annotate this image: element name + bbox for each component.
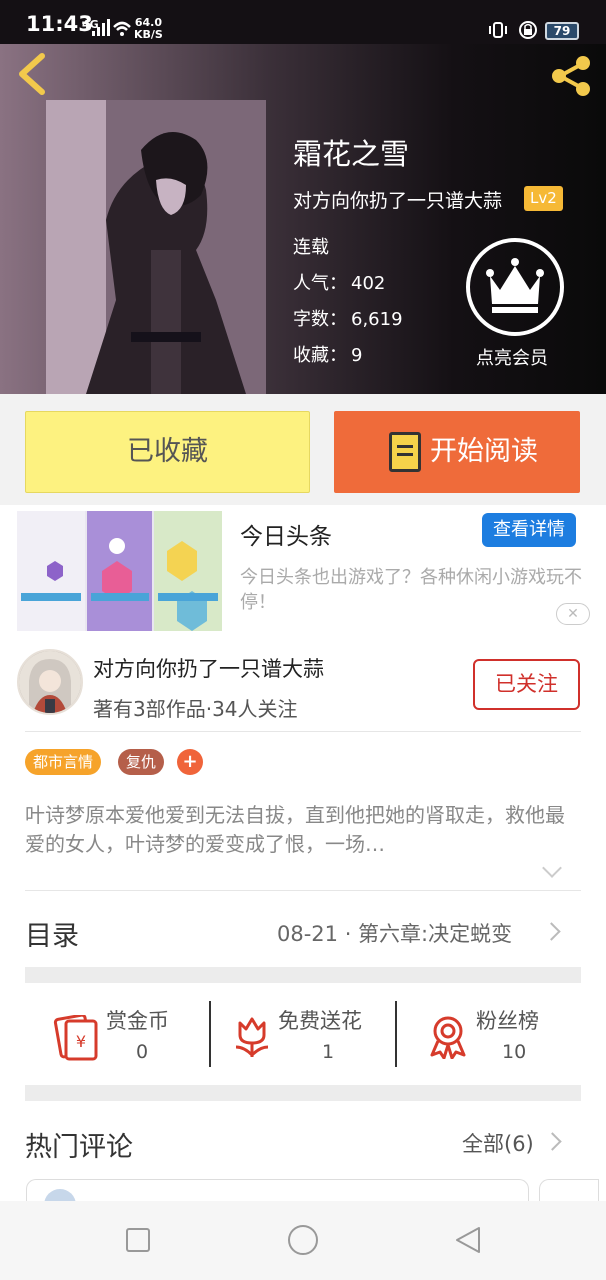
expand-synopsis-icon[interactable]: [542, 858, 562, 878]
author-card[interactable]: 对方向你扔了一只谱大蒜 著有3部作品·34人关注 已关注: [0, 633, 606, 731]
word-count-stat: 字数： 6,619: [293, 309, 403, 330]
synopsis-text[interactable]: 叶诗梦原本爱他爱到无法自拔，直到他把她的肾取走，救他最爱的女人，叶诗梦的爱变成了…: [25, 801, 581, 859]
toc-title[interactable]: 目录: [25, 914, 79, 953]
stat-label: 粉丝榜: [476, 1009, 539, 1033]
crown-icon: [486, 258, 544, 313]
reward-coin-icon: ¥: [53, 1015, 98, 1061]
follow-button[interactable]: 已关注: [473, 659, 580, 710]
stat-value: 1: [322, 1041, 335, 1063]
author-stats: 著有3部作品·34人关注: [93, 697, 298, 721]
book-cover[interactable]: [46, 100, 266, 394]
book-details-panel: 都市言情 复仇 + 叶诗梦原本爱他爱到无法自拔，直到他把她的肾取走，救他最爱的女…: [0, 731, 606, 1220]
all-comments-link[interactable]: 全部(6): [462, 1128, 534, 1158]
favorites-stat: 收藏： 9: [293, 345, 363, 366]
divider: [25, 731, 581, 732]
chevron-right-icon[interactable]: [542, 922, 561, 941]
vip-crown-button[interactable]: [466, 238, 564, 336]
system-back-icon[interactable]: [453, 1225, 483, 1255]
hot-comments-title: 热门评论: [25, 1132, 133, 1163]
author-level-badge: Lv2: [524, 186, 563, 211]
book-icon: [389, 432, 421, 472]
book-header: 11:43 4G 64.0 KB/S 79 霜花之雪 对方向你扔了一只谱大蒜 L…: [0, 0, 606, 394]
book-title: 霜花之雪: [293, 137, 410, 171]
popularity-stat: 人气： 402: [293, 273, 386, 294]
reward-coin-stat[interactable]: ¥ 赏金币 0: [52, 1001, 202, 1067]
ad-image[interactable]: [17, 511, 222, 631]
status-bar: 11:43 4G 64.0 KB/S 79: [0, 0, 606, 44]
recent-apps-button[interactable]: [126, 1228, 150, 1252]
home-button[interactable]: [288, 1225, 318, 1255]
stat-value: 10: [502, 1041, 527, 1063]
book-author[interactable]: 对方向你扔了一只谱大蒜: [293, 186, 502, 213]
back-arrow-icon[interactable]: [14, 52, 50, 96]
ad-description[interactable]: 今日头条也出游戏了？各种休闲小游戏玩不停！: [240, 565, 592, 615]
vip-label[interactable]: 点亮会员: [476, 344, 548, 370]
signal-wifi-icon: [92, 19, 131, 36]
medal-icon: [430, 1016, 466, 1059]
divider: [209, 1001, 211, 1067]
stat-label: 免费送花: [278, 1009, 362, 1033]
section-separator: [25, 1085, 581, 1101]
stat-label: 赏金币: [106, 1009, 169, 1033]
ad-detail-button[interactable]: 查看详情: [482, 513, 576, 547]
ad-title[interactable]: 今日头条: [240, 517, 332, 551]
chevron-right-icon[interactable]: [543, 1132, 562, 1151]
divider: [25, 890, 581, 891]
latest-chapter[interactable]: 08-21 · 第六章:决定蜕变: [277, 918, 512, 948]
author-name[interactable]: 对方向你扔了一只谱大蒜: [93, 653, 324, 683]
ad-close-button[interactable]: ✕: [556, 603, 590, 625]
free-flower-stat[interactable]: 免费送花 1: [232, 1001, 382, 1067]
fan-ranking-stat[interactable]: 粉丝榜 10: [428, 1001, 578, 1067]
ad-banner[interactable]: 今日头条 查看详情 今日头条也出游戏了？各种休闲小游戏玩不停！ ✕: [0, 505, 606, 633]
battery-icon: 79: [545, 22, 579, 40]
network-speed: 64.0 KB/S: [134, 16, 163, 41]
book-status: 连载: [293, 237, 329, 258]
divider: [395, 1001, 397, 1067]
add-tag-button[interactable]: +: [177, 749, 203, 775]
genre-tag[interactable]: 都市言情: [25, 749, 102, 775]
genre-tag[interactable]: 复仇: [118, 749, 165, 775]
system-nav-bar: [0, 1201, 606, 1280]
section-separator: [25, 967, 581, 983]
flower-icon: [235, 1017, 269, 1058]
collected-button[interactable]: 已收藏: [25, 411, 310, 493]
author-avatar[interactable]: [17, 649, 83, 715]
stat-value: 0: [136, 1041, 149, 1063]
share-icon[interactable]: [548, 54, 594, 98]
svg-text:¥: ¥: [76, 1032, 86, 1051]
status-icons: [489, 21, 537, 39]
start-reading-button[interactable]: 开始阅读: [334, 411, 580, 493]
